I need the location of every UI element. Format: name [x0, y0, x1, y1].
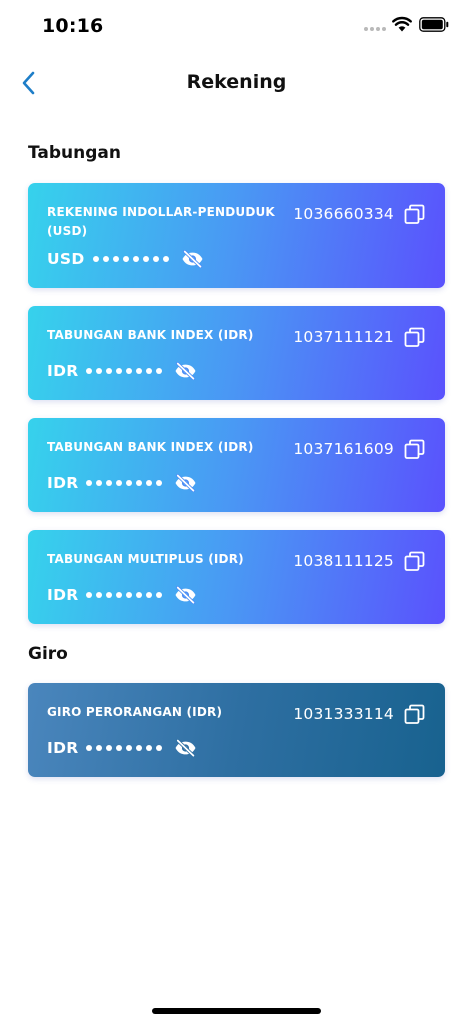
- balance-mask-dots: [86, 368, 163, 374]
- copy-icon[interactable]: [404, 704, 425, 725]
- account-number: 1038111125: [293, 552, 394, 570]
- balance-mask-dots: [86, 745, 163, 751]
- copy-icon[interactable]: [404, 327, 425, 348]
- account-number: 1031333114: [293, 705, 394, 723]
- cellular-signal-icon: [364, 27, 386, 31]
- account-number: 1037111121: [293, 328, 394, 346]
- status-time: 10:16: [42, 15, 104, 37]
- currency-label: IDR: [47, 586, 79, 604]
- eye-off-icon[interactable]: [174, 739, 197, 757]
- account-card[interactable]: GIRO PERORANGAN (IDR) 1031333114 IDR: [28, 683, 445, 777]
- account-number: 1037161609: [293, 440, 394, 458]
- account-name: REKENING INDOLLAR-PENDUDUK (USD): [47, 205, 275, 238]
- wifi-icon: [392, 16, 412, 32]
- account-card[interactable]: REKENING INDOLLAR-PENDUDUK (USD) 1036660…: [28, 183, 445, 288]
- account-card[interactable]: TABUNGAN MULTIPLUS (IDR) 1038111125 IDR: [28, 530, 445, 624]
- eye-off-icon[interactable]: [181, 250, 204, 268]
- masked-balance: IDR: [47, 360, 197, 382]
- masked-balance: USD: [47, 248, 204, 270]
- account-card[interactable]: TABUNGAN BANK INDEX (IDR) 1037161609 IDR: [28, 418, 445, 512]
- account-number: 1036660334: [293, 205, 394, 223]
- currency-label: IDR: [47, 362, 79, 380]
- accounts-screen: 10:16 Rekening Tabungan REKENING INDOLLA…: [0, 0, 473, 1024]
- currency-label: USD: [47, 250, 85, 268]
- status-bar: 10:16: [0, 0, 473, 52]
- copy-icon[interactable]: [404, 439, 425, 460]
- masked-balance: IDR: [47, 584, 197, 606]
- section-title-tabungan: Tabungan: [28, 143, 121, 163]
- account-card[interactable]: TABUNGAN BANK INDEX (IDR) 1037111121 IDR: [28, 306, 445, 400]
- copy-icon[interactable]: [404, 204, 425, 225]
- page-title: Rekening: [186, 71, 287, 93]
- balance-mask-dots: [86, 480, 163, 486]
- currency-label: IDR: [47, 474, 79, 492]
- account-name: TABUNGAN MULTIPLUS (IDR): [47, 552, 244, 566]
- eye-off-icon[interactable]: [174, 474, 197, 492]
- section-title-giro: Giro: [28, 644, 68, 664]
- balance-mask-dots: [92, 256, 169, 262]
- eye-off-icon[interactable]: [174, 586, 197, 604]
- battery-icon: [419, 17, 449, 32]
- copy-icon[interactable]: [404, 551, 425, 572]
- currency-label: IDR: [47, 739, 79, 757]
- home-indicator: [152, 1008, 321, 1014]
- eye-off-icon[interactable]: [174, 362, 197, 380]
- account-name: TABUNGAN BANK INDEX (IDR): [47, 440, 254, 454]
- masked-balance: IDR: [47, 737, 197, 759]
- balance-mask-dots: [86, 592, 163, 598]
- account-name: TABUNGAN BANK INDEX (IDR): [47, 328, 254, 342]
- masked-balance: IDR: [47, 472, 197, 494]
- account-name: GIRO PERORANGAN (IDR): [47, 705, 223, 719]
- navigation-bar: Rekening: [0, 60, 473, 106]
